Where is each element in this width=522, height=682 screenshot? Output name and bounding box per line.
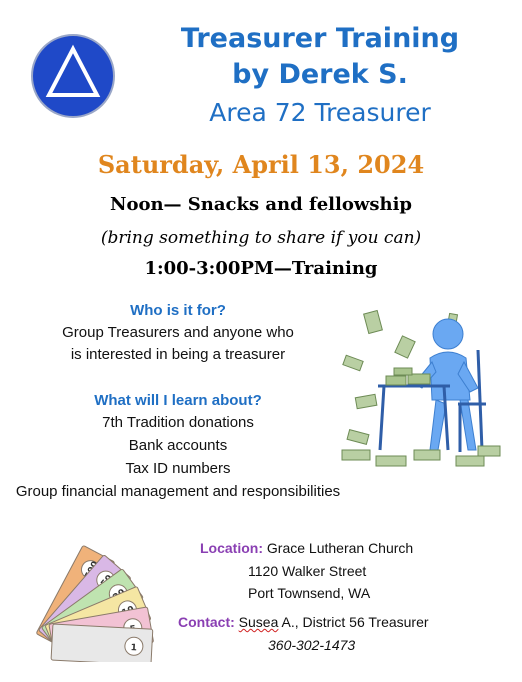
training-line: 1:00-3:00PM—Training [144, 258, 378, 279]
play-money-bill: 1 [50, 623, 154, 662]
triangle-logo-icon [31, 34, 115, 118]
title-line-1: Treasurer Training [180, 23, 460, 54]
subtitle: Area 72 Treasurer [209, 98, 431, 127]
who-heading: Who is it for? [130, 302, 226, 319]
event-date: Saturday, April 13, 2024 [97, 150, 425, 179]
title-line-2: by Derek S. [232, 59, 408, 90]
location-name: Grace Lutheran Church [266, 540, 414, 556]
contact-label: Contact: [178, 614, 235, 630]
learn-item: Tax ID numbers [125, 460, 231, 477]
person-counting-money-icon [341, 309, 501, 467]
bill-label: 1 [130, 643, 137, 653]
play-money-fan-icon: 50050201051 [36, 545, 154, 662]
who-line-2: is interested in being a treasurer [70, 346, 286, 363]
contact-phone: 360-302-1473 [268, 637, 356, 653]
contact-first-name: Susea [238, 614, 279, 630]
location-street: 1120 Walker Street [248, 563, 367, 579]
contact-line: Contact: Susea A., District 56 Treasurer [178, 614, 429, 630]
who-line-1: Group Treasurers and anyone who [62, 324, 294, 341]
location-city: Port Townsend, WA [248, 585, 371, 601]
bring-line: (bring something to share if you can) [100, 228, 422, 248]
learn-item: Group financial management and responsib… [15, 483, 341, 500]
learn-item: Bank accounts [128, 437, 228, 454]
learn-heading: What will I learn about? [94, 392, 262, 409]
location-label: Location: [200, 540, 263, 556]
noon-line: Noon— Snacks and fellowship [109, 194, 413, 215]
contact-name-rest: A., District 56 Treasurer [278, 614, 429, 630]
location-line: Location: Grace Lutheran Church [200, 540, 413, 556]
learn-item: 7th Tradition donations [102, 414, 254, 431]
